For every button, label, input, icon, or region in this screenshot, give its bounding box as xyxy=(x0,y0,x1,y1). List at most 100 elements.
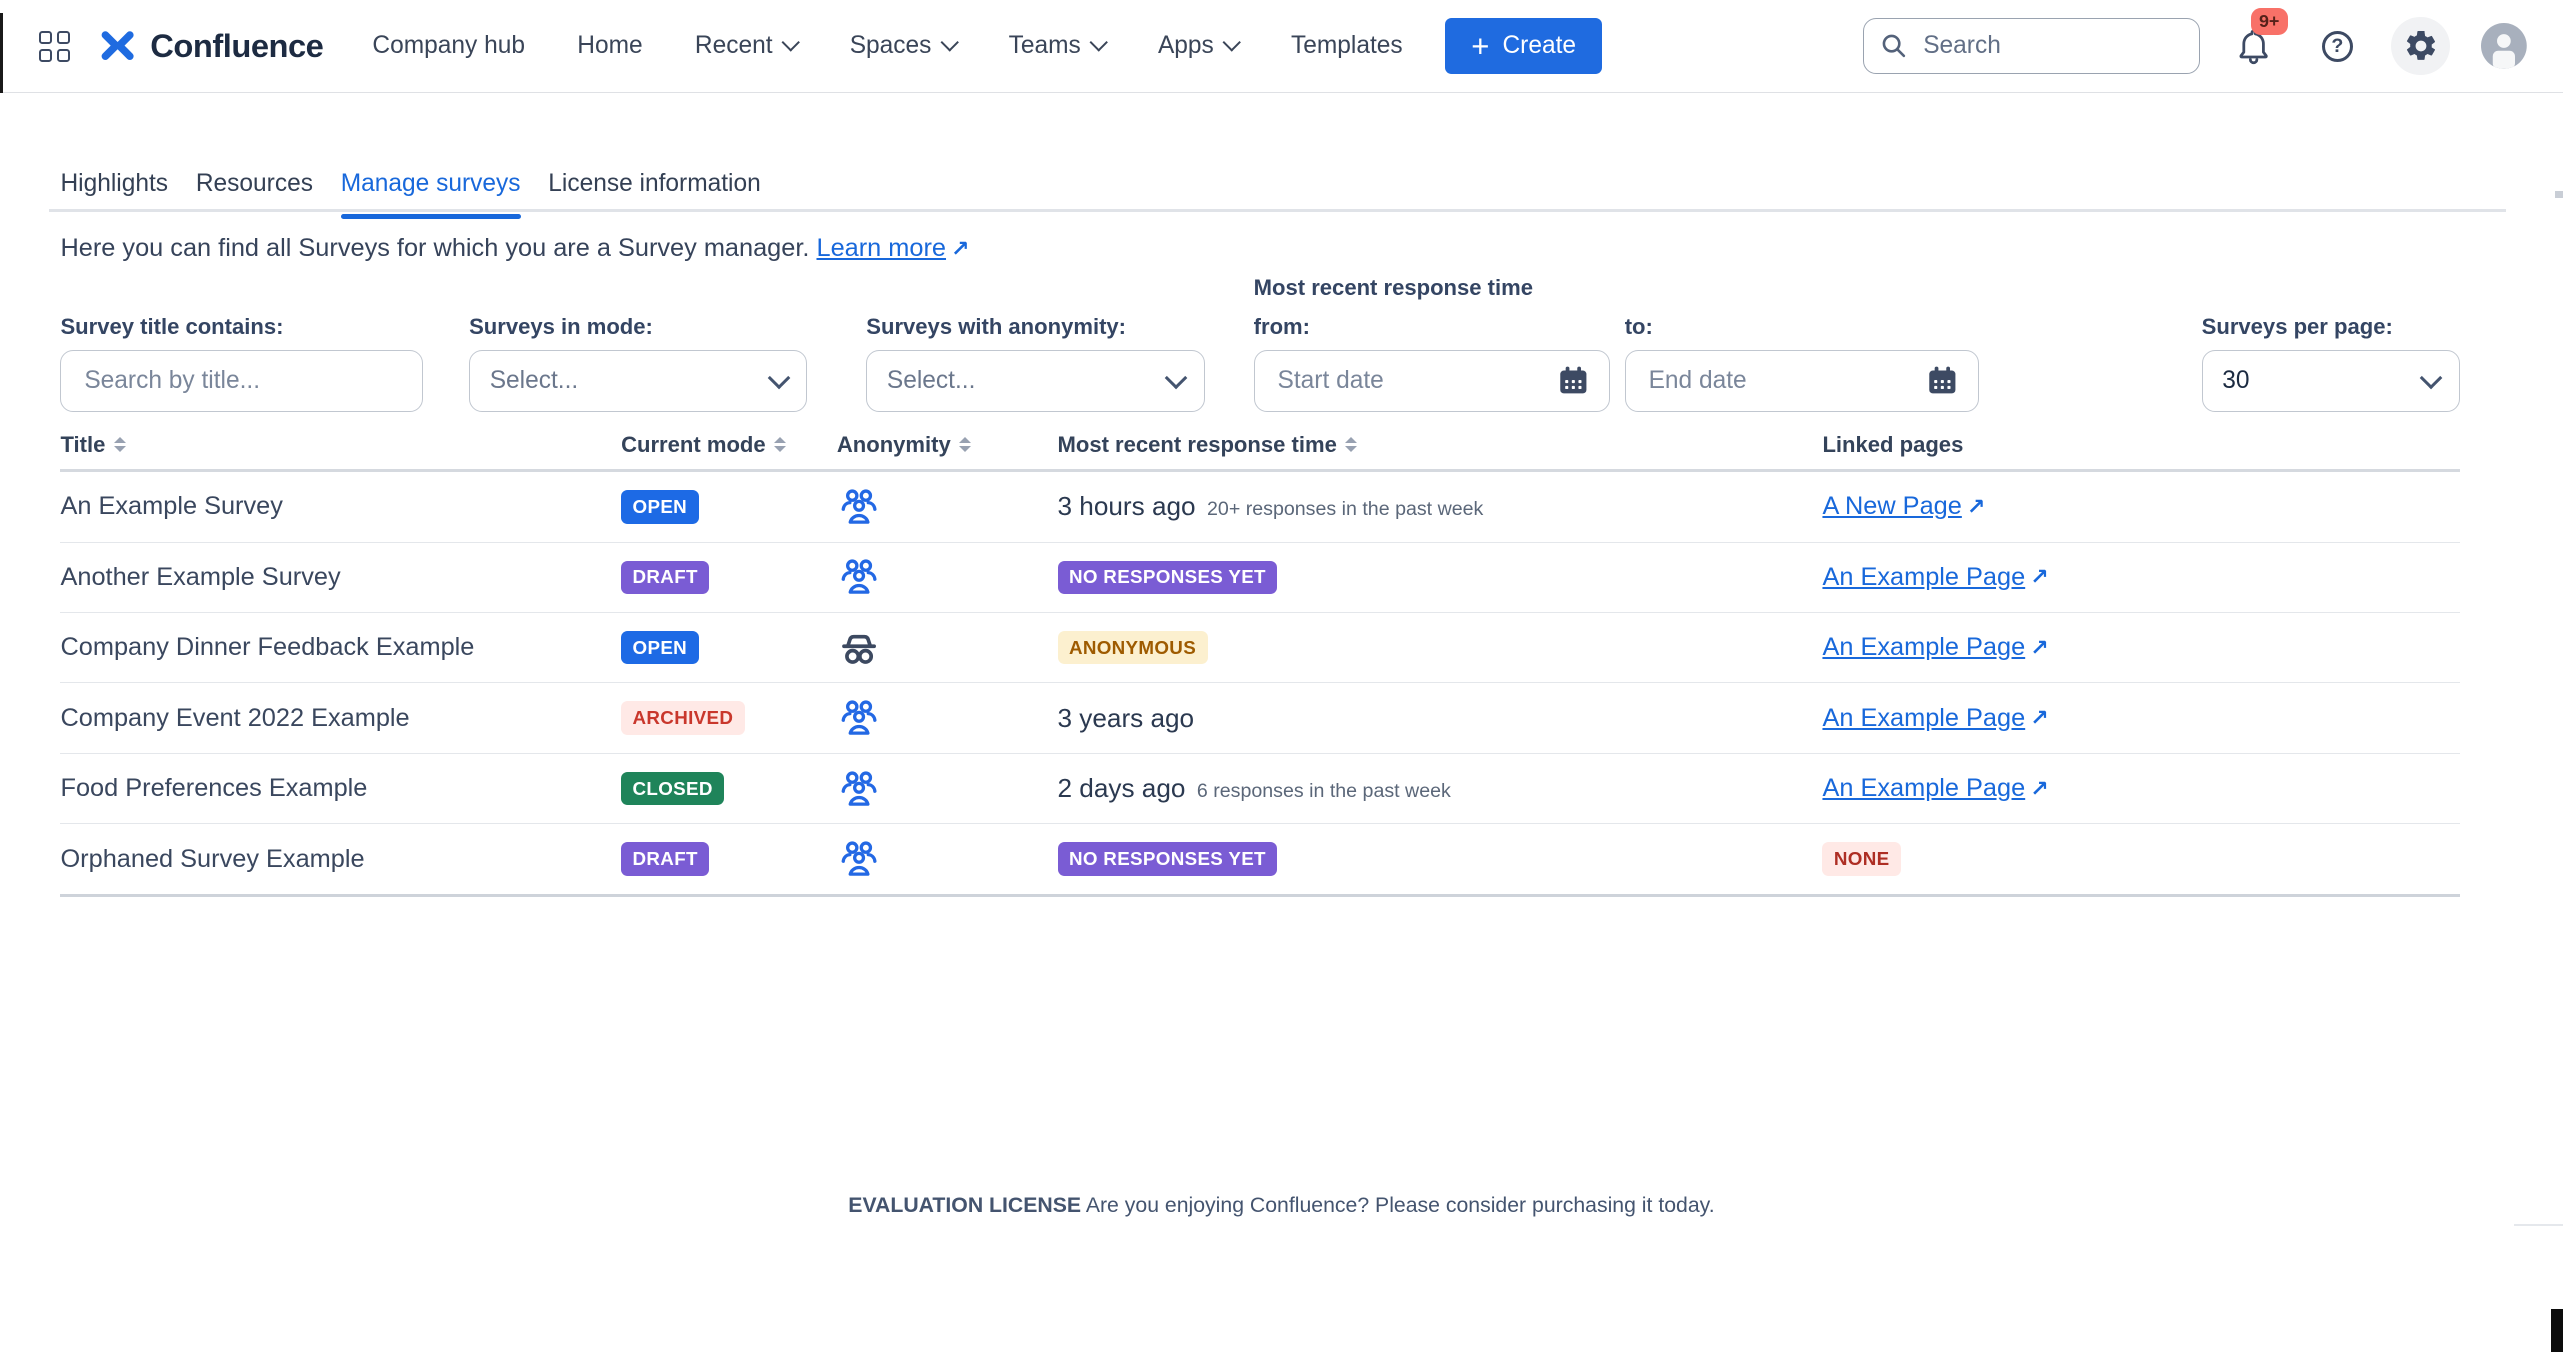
from-label: from: xyxy=(1254,314,1310,340)
confluence-logo[interactable]: Confluence xyxy=(98,26,323,65)
nav-item-company-hub[interactable]: Company hub xyxy=(372,32,525,60)
help-button[interactable]: ? xyxy=(2308,17,2367,76)
chevron-down-icon xyxy=(767,366,790,389)
tab-resources[interactable]: Resources xyxy=(196,170,313,218)
chevron-down-icon xyxy=(1089,33,1108,52)
from-date-wrap xyxy=(1254,350,1610,412)
table-row: Company Dinner Feedback Example OPEN ANO… xyxy=(60,613,2459,683)
people-group-icon xyxy=(837,696,881,740)
chevron-down-icon xyxy=(1165,366,1188,389)
linked-page-link[interactable]: An Example Page xyxy=(1822,633,2025,662)
survey-title: Food Preferences Example xyxy=(60,774,621,803)
linked-page-link[interactable]: An Example Page xyxy=(1822,774,2025,803)
external-link-icon: ↗ xyxy=(1967,494,1985,520)
to-label: to: xyxy=(1625,314,1653,340)
end-date-input[interactable] xyxy=(1645,365,1913,396)
anonymity-select[interactable]: Select... xyxy=(866,350,1204,412)
confluence-page: Confluence Company hub Home Recent Space… xyxy=(0,0,2563,1352)
app-switcher-icon[interactable] xyxy=(39,31,70,62)
none-badge: NONE xyxy=(1822,842,1900,875)
table-header-row: Title Current mode Anonymity Most recent… xyxy=(60,420,2459,472)
tab-bar: Highlights Resources Manage surveys Lice… xyxy=(60,170,760,218)
header-response-time[interactable]: Most recent response time xyxy=(1058,432,1823,458)
people-group-icon xyxy=(837,555,881,599)
linked-pages-cell: An Example Page↗ xyxy=(1822,633,2247,662)
chevron-down-icon xyxy=(1222,33,1241,52)
response-time-group-label: Most recent response time xyxy=(1254,275,1533,301)
nav-right-actions: 9+ ? xyxy=(1863,17,2533,76)
sort-icon xyxy=(1345,437,1357,452)
filter-anonymity-label: Surveys with anonymity: xyxy=(866,314,1126,340)
table-row: Food Preferences Example CLOSED 2 days a… xyxy=(60,754,2459,824)
mode-cell: OPEN xyxy=(621,490,837,523)
confluence-mark-icon xyxy=(98,26,137,65)
nav-item-templates[interactable]: Templates xyxy=(1291,32,1403,60)
linked-page-link[interactable]: An Example Page xyxy=(1822,704,2025,733)
anonymity-cell xyxy=(837,696,1058,740)
tab-license-information[interactable]: License information xyxy=(548,170,760,218)
survey-title-filter-input[interactable] xyxy=(81,365,403,396)
external-link-icon: ↗ xyxy=(2030,564,2048,590)
anonymity-cell xyxy=(837,555,1058,599)
response-cell: ANONYMOUS xyxy=(1058,631,1823,664)
people-group-icon xyxy=(837,767,881,811)
linked-pages-cell: An Example Page↗ xyxy=(1822,774,2247,803)
tab-manage-surveys[interactable]: Manage surveys xyxy=(341,170,521,218)
nav-item-apps[interactable]: Apps xyxy=(1158,32,1239,60)
linked-page-link[interactable]: A New Page xyxy=(1822,492,1961,521)
scrollbar-thumb[interactable] xyxy=(2555,191,2563,198)
external-link-icon: ↗ xyxy=(2030,776,2048,802)
notification-count-badge: 9+ xyxy=(2251,8,2288,34)
learn-more-link[interactable]: Learn more xyxy=(816,234,946,262)
survey-title: Company Dinner Feedback Example xyxy=(60,633,621,662)
filter-title-input-wrap xyxy=(60,350,423,412)
create-button[interactable]: + Create xyxy=(1445,18,1602,74)
header-title[interactable]: Title xyxy=(60,432,621,458)
mode-cell: CLOSED xyxy=(621,772,837,805)
calendar-icon[interactable] xyxy=(1557,364,1590,397)
mode-badge: DRAFT xyxy=(621,842,709,875)
divider-line xyxy=(2514,1224,2563,1226)
grid-dot xyxy=(39,31,52,44)
mode-cell: OPEN xyxy=(621,631,837,664)
header-current-mode[interactable]: Current mode xyxy=(621,432,837,458)
nav-item-teams[interactable]: Teams xyxy=(1009,32,1106,60)
mode-select[interactable]: Select... xyxy=(469,350,807,412)
calendar-icon[interactable] xyxy=(1926,364,1959,397)
profile-button[interactable] xyxy=(2475,17,2534,76)
grid-dot xyxy=(57,49,70,62)
top-navbar: Confluence Company hub Home Recent Space… xyxy=(0,0,2563,93)
mode-badge: CLOSED xyxy=(621,772,724,805)
nav-item-home[interactable]: Home xyxy=(577,32,642,60)
nav-item-spaces[interactable]: Spaces xyxy=(850,32,957,60)
header-anonymity[interactable]: Anonymity xyxy=(837,432,1058,458)
tab-highlights[interactable]: Highlights xyxy=(60,170,168,218)
logo-wordmark: Confluence xyxy=(150,27,323,65)
settings-button[interactable] xyxy=(2391,17,2450,76)
sort-icon xyxy=(774,437,786,452)
response-cell: 3 hours ago 20+ responses in the past we… xyxy=(1058,491,1823,522)
external-link-icon: ↗ xyxy=(2030,705,2048,731)
license-footer: EVALUATION LICENSE Are you enjoying Conf… xyxy=(0,1193,2563,1218)
linked-page-link[interactable]: An Example Page xyxy=(1822,563,2025,592)
mode-badge: OPEN xyxy=(621,490,698,523)
response-cell: NO RESPONSES YET xyxy=(1058,561,1823,594)
surveys-table: Title Current mode Anonymity Most recent… xyxy=(60,420,2459,897)
grid-dot xyxy=(57,31,70,44)
header-linked-pages: Linked pages xyxy=(1822,432,2247,458)
survey-title: Orphaned Survey Example xyxy=(60,845,621,874)
plus-icon: + xyxy=(1471,31,1489,62)
notifications-button[interactable]: 9+ xyxy=(2225,17,2284,76)
linked-pages-cell: NONE xyxy=(1822,842,2247,875)
linked-pages-cell: An Example Page↗ xyxy=(1822,563,2247,592)
question-circle-icon: ? xyxy=(2322,31,2353,62)
license-message: Are you enjoying Confluence? Please cons… xyxy=(1081,1193,1715,1217)
search-input[interactable] xyxy=(1920,30,2183,61)
start-date-input[interactable] xyxy=(1274,365,1543,396)
per-page-select[interactable]: 30 xyxy=(2202,350,2460,412)
table-row: Another Example Survey DRAFT NO RESPONSE… xyxy=(60,543,2459,613)
filter-mode-label: Surveys in mode: xyxy=(469,314,653,340)
window-edge xyxy=(2551,1309,2562,1351)
search-icon xyxy=(1881,33,1907,59)
nav-item-recent[interactable]: Recent xyxy=(695,32,798,60)
